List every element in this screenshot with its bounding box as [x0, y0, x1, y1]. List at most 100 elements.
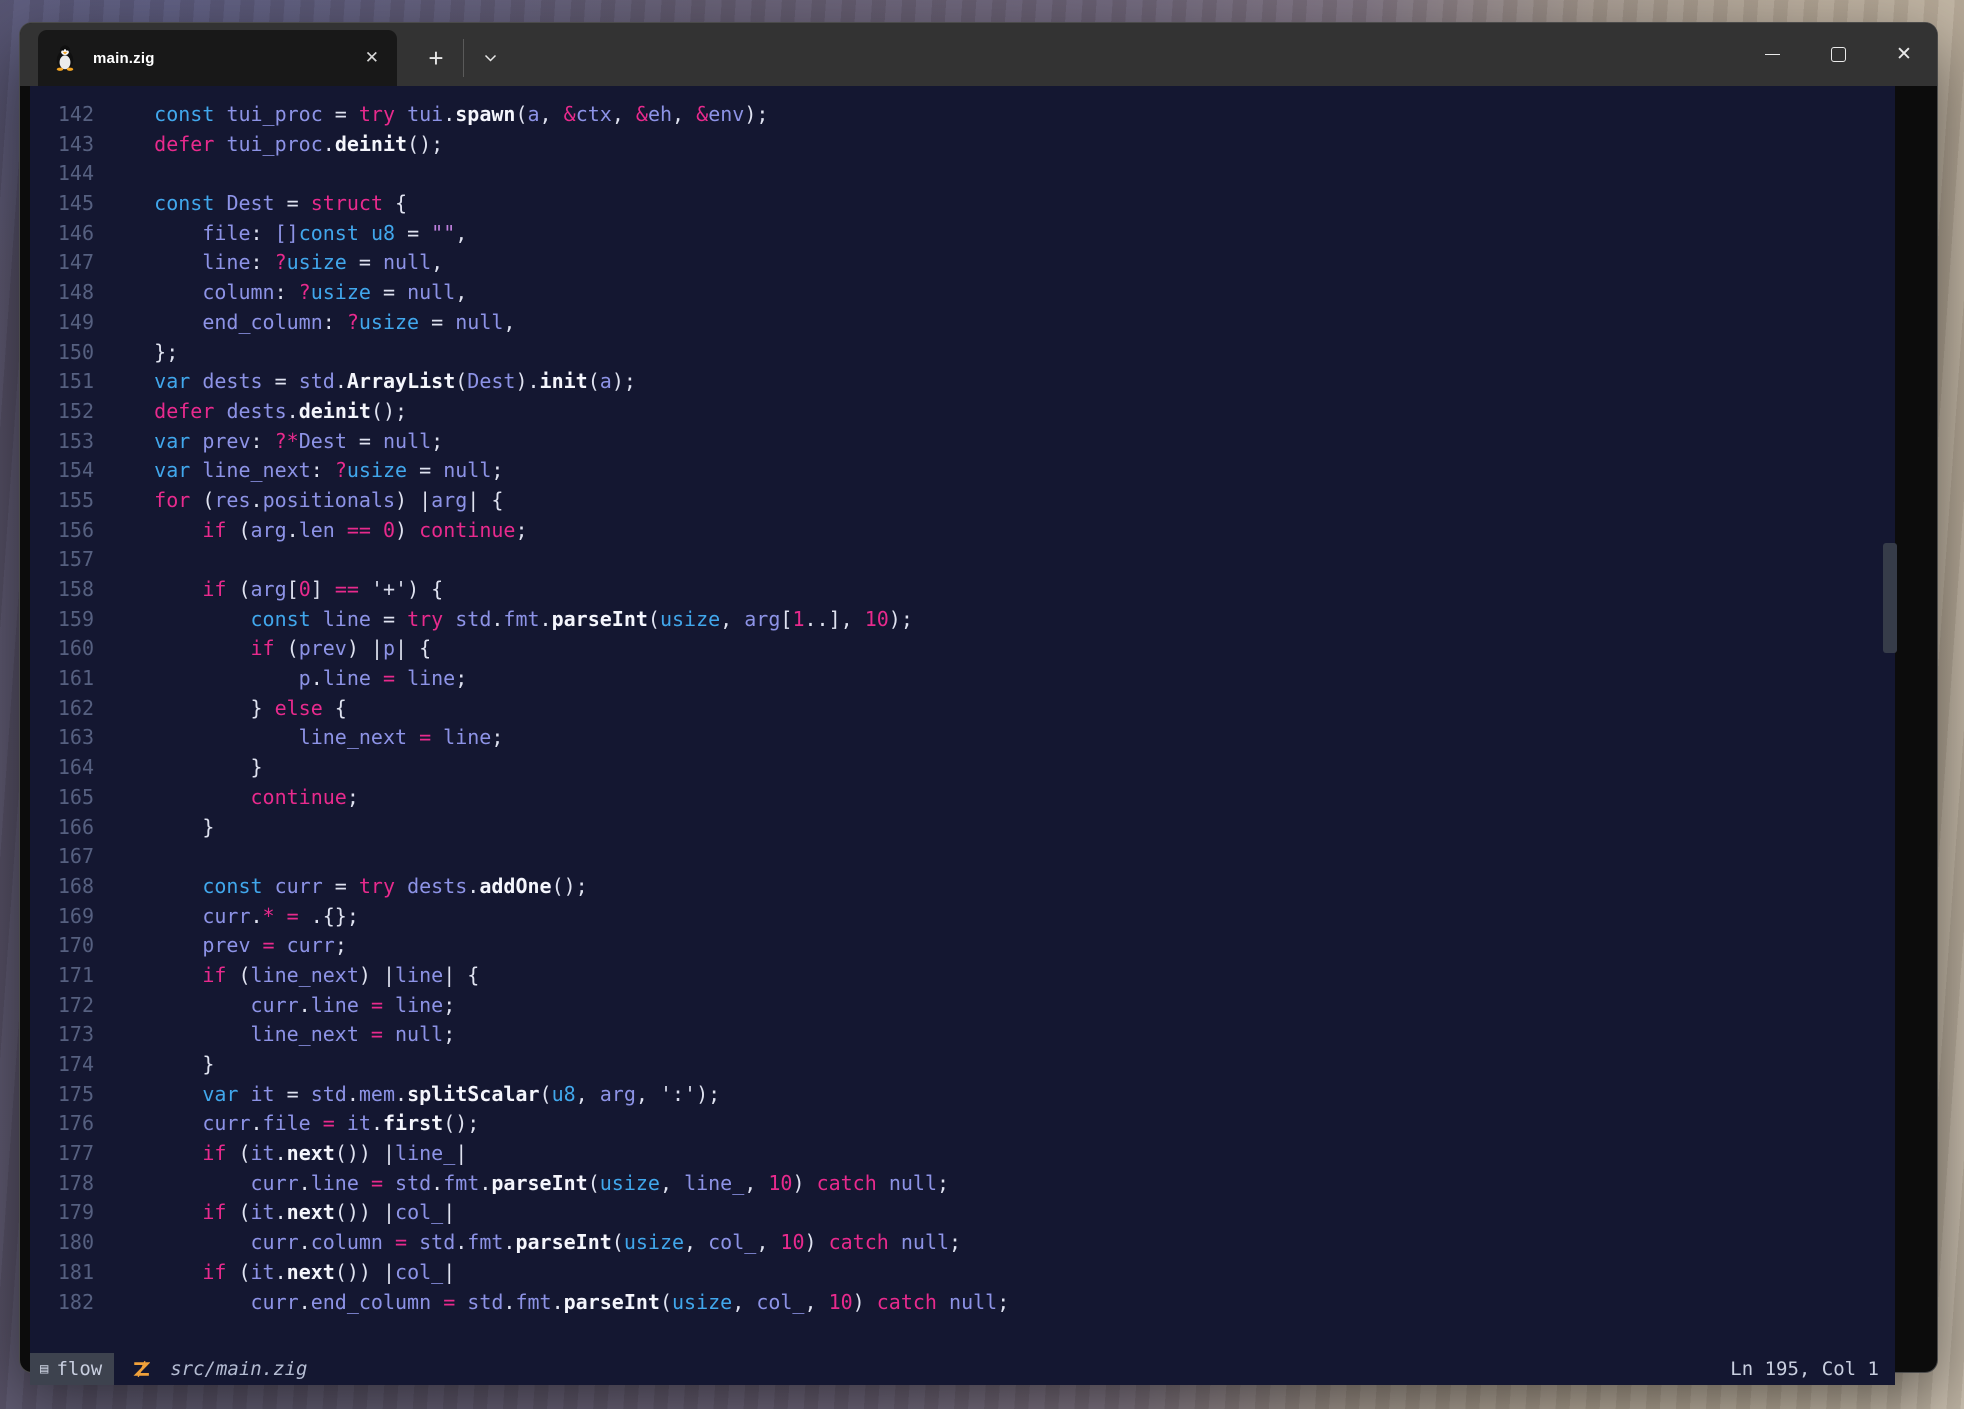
- code-line[interactable]: 151 var dests = std.ArrayList(Dest).init…: [30, 367, 1895, 397]
- code-line[interactable]: 174 }: [30, 1050, 1895, 1080]
- code-line[interactable]: 176 curr.file = it.first();: [30, 1109, 1895, 1139]
- code-line[interactable]: 146 file: []const u8 = "",: [30, 219, 1895, 249]
- token-punctuation: ;: [443, 993, 455, 1017]
- token-punctuation: ()) |: [335, 1200, 395, 1224]
- code-line[interactable]: 152 defer dests.deinit();: [30, 397, 1895, 427]
- token-identifier: eh: [648, 102, 672, 126]
- code-line[interactable]: 170 prev = curr;: [30, 931, 1895, 961]
- token-type: usize: [624, 1230, 684, 1254]
- token-identifier: null: [395, 1022, 443, 1046]
- token-identifier: line: [202, 250, 250, 274]
- code-text: var prev: ?*Dest = null;: [106, 427, 443, 457]
- line-number: 142: [30, 100, 94, 130]
- code-line[interactable]: 180 curr.column = std.fmt.parseInt(usize…: [30, 1228, 1895, 1258]
- code-line[interactable]: 154 var line_next: ?usize = null;: [30, 456, 1895, 486]
- line-number: 173: [30, 1020, 94, 1050]
- line-number: 152: [30, 397, 94, 427]
- token-punctuation: [106, 310, 202, 334]
- code-line[interactable]: 162 } else {: [30, 694, 1895, 724]
- code-line[interactable]: 142 const tui_proc = try tui.spawn(a, &c…: [30, 100, 1895, 130]
- code-line[interactable]: 144: [30, 159, 1895, 189]
- token-punctuation: ) |: [395, 488, 431, 512]
- code-line[interactable]: 158 if (arg[0] == '+') {: [30, 575, 1895, 605]
- token-punctuation: ) |: [347, 636, 383, 660]
- close-button[interactable]: ✕: [1871, 23, 1937, 86]
- code-line[interactable]: 177 if (it.next()) |line_|: [30, 1139, 1895, 1169]
- new-tab-button[interactable]: +: [415, 37, 457, 79]
- code-line[interactable]: 155 for (res.positionals) |arg| {: [30, 486, 1895, 516]
- document-icon: ▤: [40, 1361, 48, 1377]
- token-punctuation: :: [251, 250, 275, 274]
- code-line[interactable]: 165 continue;: [30, 783, 1895, 813]
- cursor-position-label[interactable]: Ln 195, Col 1: [1730, 1358, 1879, 1380]
- token-punctuation: ;: [347, 785, 359, 809]
- token-punctuation: {: [383, 191, 407, 215]
- token-punctuation: .: [347, 1082, 359, 1106]
- token-function: first: [383, 1111, 443, 1135]
- token-identifier: std: [467, 1290, 503, 1314]
- token-punctuation: [106, 993, 251, 1017]
- code-line[interactable]: 175 var it = std.mem.splitScalar(u8, arg…: [30, 1080, 1895, 1110]
- token-type: u8: [552, 1082, 576, 1106]
- maximize-button[interactable]: [1805, 23, 1871, 86]
- minimize-button[interactable]: [1739, 23, 1805, 86]
- token-identifier: mem: [359, 1082, 395, 1106]
- token-identifier: curr: [287, 933, 335, 957]
- code-line[interactable]: 143 defer tui_proc.deinit();: [30, 130, 1895, 160]
- token-punctuation: (: [226, 1200, 250, 1224]
- token-punctuation: .: [540, 607, 552, 631]
- code-line[interactable]: 166 }: [30, 813, 1895, 843]
- code-line[interactable]: 168 const curr = try dests.addOne();: [30, 872, 1895, 902]
- code-line[interactable]: 156 if (arg.len == 0) continue;: [30, 516, 1895, 546]
- code-line[interactable]: 159 const line = try std.fmt.parseInt(us…: [30, 605, 1895, 635]
- token-punctuation: (: [612, 1230, 624, 1254]
- token-punctuation: [106, 280, 202, 304]
- close-icon: ✕: [1896, 43, 1912, 66]
- code-line[interactable]: 167: [30, 842, 1895, 872]
- token-punctuation: (: [455, 369, 467, 393]
- code-line[interactable]: 163 line_next = line;: [30, 723, 1895, 753]
- tab-dropdown-button[interactable]: [470, 37, 510, 79]
- code-line[interactable]: 148 column: ?usize = null,: [30, 278, 1895, 308]
- tux-penguin-icon: [54, 45, 76, 71]
- token-punctuation: [431, 1290, 443, 1314]
- token-identifier: col_: [756, 1290, 804, 1314]
- code-line[interactable]: 145 const Dest = struct {: [30, 189, 1895, 219]
- title-bar[interactable]: main.zig ✕ + ✕: [20, 23, 1937, 86]
- code-line[interactable]: 173 line_next = null;: [30, 1020, 1895, 1050]
- code-line[interactable]: 169 curr.* = .{};: [30, 902, 1895, 932]
- token-punctuation: =: [371, 607, 407, 631]
- code-line[interactable]: 149 end_column: ?usize = null,: [30, 308, 1895, 338]
- token-punctuation: (: [226, 577, 250, 601]
- token-identifier: it: [251, 1200, 275, 1224]
- scrollbar-thumb[interactable]: [1883, 543, 1897, 653]
- token-punctuation: [335, 1111, 347, 1135]
- token-type: usize: [287, 250, 347, 274]
- code-line[interactable]: 147 line: ?usize = null,: [30, 248, 1895, 278]
- token-punctuation: [383, 993, 395, 1017]
- token-punctuation: }: [106, 696, 275, 720]
- code-line[interactable]: 179 if (it.next()) |col_|: [30, 1198, 1895, 1228]
- token-punctuation: [: [287, 577, 299, 601]
- token-punctuation: ()) |: [335, 1141, 395, 1165]
- token-punctuation: :: [251, 429, 275, 453]
- code-line[interactable]: 160 if (prev) |p| {: [30, 634, 1895, 664]
- code-line[interactable]: 164 }: [30, 753, 1895, 783]
- line-number: 146: [30, 219, 94, 249]
- code-line[interactable]: 153 var prev: ?*Dest = null;: [30, 427, 1895, 457]
- code-line[interactable]: 172 curr.line = line;: [30, 991, 1895, 1021]
- code-line[interactable]: 150 };: [30, 338, 1895, 368]
- code-line[interactable]: 182 curr.end_column = std.fmt.parseInt(u…: [30, 1288, 1895, 1318]
- token-number: 0: [383, 518, 395, 542]
- code-line[interactable]: 181 if (it.next()) |col_|: [30, 1258, 1895, 1288]
- tab-close-icon[interactable]: ✕: [365, 30, 379, 86]
- token-type: u8: [371, 221, 395, 245]
- code-line[interactable]: 161 p.line = line;: [30, 664, 1895, 694]
- code-area[interactable]: 142 const tui_proc = try tui.spawn(a, &c…: [30, 100, 1895, 1317]
- tab-main-zig[interactable]: main.zig ✕: [38, 30, 397, 86]
- code-line[interactable]: 171 if (line_next) |line| {: [30, 961, 1895, 991]
- line-number: 167: [30, 842, 94, 872]
- code-line[interactable]: 178 curr.line = std.fmt.parseInt(usize, …: [30, 1169, 1895, 1199]
- code-line[interactable]: 157: [30, 545, 1895, 575]
- flow-mode-button[interactable]: ▤ flow: [30, 1353, 114, 1385]
